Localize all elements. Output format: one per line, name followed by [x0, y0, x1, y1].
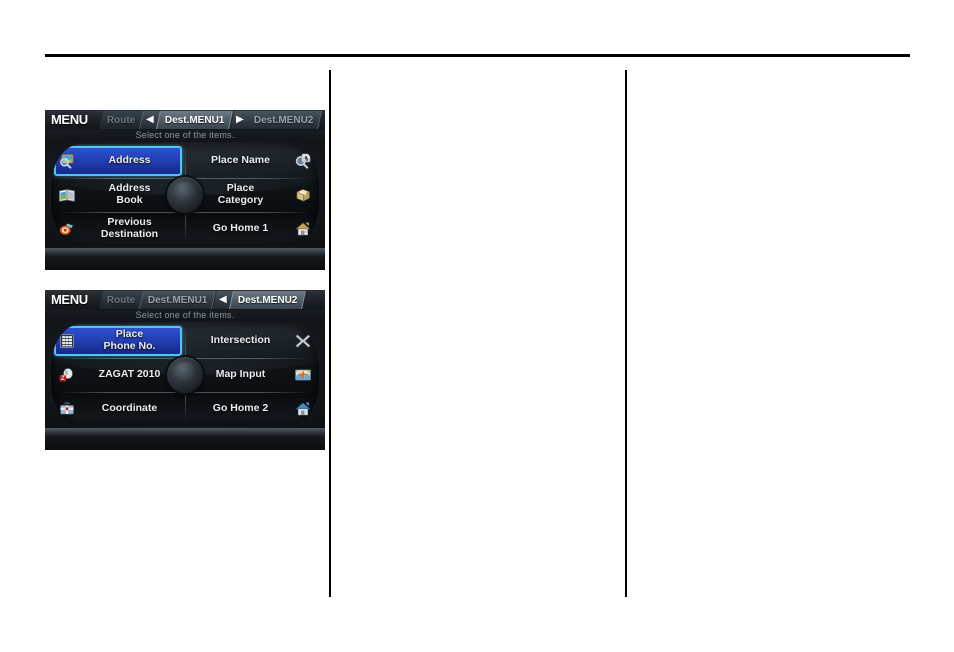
tab-bar-2: Route Dest.MENU1 ◀ Dest.MENU2: [99, 291, 307, 309]
crossroads-icon: [294, 333, 312, 349]
magnifier-photo-icon: [58, 153, 76, 169]
tab-route-2[interactable]: Route: [99, 291, 145, 309]
nav-plate-1: Address Place Name A Address Book Place …: [51, 144, 319, 246]
open-book-icon: [58, 187, 76, 203]
magnifier-letter-icon: A: [294, 153, 312, 169]
nav-footer-bezel-1: [45, 248, 325, 270]
menu-item-intersection[interactable]: Intersection: [185, 324, 319, 358]
subtitle-2: Select one of the items.: [45, 310, 325, 322]
tab-route-label-1: Route: [107, 114, 136, 126]
zagat-logo-icon: Z: [58, 367, 76, 383]
joystick-knob-2[interactable]: [167, 357, 203, 393]
joystick-knob-1[interactable]: [167, 177, 203, 213]
nav-body-1: Address Place Name A Address Book Place …: [45, 142, 325, 248]
menu-item-go-home-2[interactable]: Go Home 2: [185, 392, 319, 426]
map-thumb-icon: [294, 367, 312, 383]
arrow-right-icon-1: ▶: [235, 114, 244, 125]
menu-item-coordinate[interactable]: Coordinate: [51, 392, 185, 426]
arrow-left-icon-1: ◀: [146, 114, 155, 125]
menu-item-coordinate-label: Coordinate: [101, 402, 158, 415]
tab-dest-menu1-2[interactable]: Dest.MENU1: [140, 291, 217, 309]
tab-dest-menu1-1[interactable]: Dest.MENU1: [156, 111, 234, 129]
nav-footer-bezel-2: [45, 428, 325, 450]
tab-route-label-2: Route: [107, 294, 136, 306]
menu-item-place-phone-no-label: Place Phone No.: [103, 328, 156, 352]
svg-text:Z: Z: [61, 376, 65, 382]
menu-item-zagat-2010[interactable]: Z ZAGAT 2010: [51, 358, 185, 392]
menu-item-zagat-2010-label: ZAGAT 2010: [98, 368, 161, 381]
nav-screen-dest-menu-1: MENU Route ◀ Dest.MENU1 ▶ Dest.MENU2 Sel…: [45, 110, 325, 270]
nav-screen-dest-menu-2: MENU Route Dest.MENU1 ◀ Dest.MENU2 Selec…: [45, 290, 325, 450]
nav-body-2: Place Phone No. Intersection Z ZAGAT 201…: [45, 322, 325, 428]
menu-item-go-home-1[interactable]: Go Home 1: [185, 212, 319, 246]
menu-item-map-input[interactable]: Map Input: [185, 358, 319, 392]
menu-item-place-category-label: Place Category: [217, 182, 264, 206]
house-blue-icon: [294, 401, 312, 417]
menu-item-go-home-2-label: Go Home 2: [212, 402, 269, 415]
menu-title-2: MENU: [51, 292, 88, 307]
menu-item-go-home-1-label: Go Home 1: [212, 222, 269, 235]
nav-header-1: MENU Route ◀ Dest.MENU1 ▶ Dest.MENU2: [45, 110, 325, 130]
tab-dest-menu2-label-1: Dest.MENU2: [253, 114, 314, 126]
page-top-rule: [45, 54, 910, 57]
arrow-left-icon-2: ◀: [218, 294, 227, 305]
menu-item-previous-destination[interactable]: Previous Destination: [51, 212, 185, 246]
menu-item-address-book-label: Address Book: [108, 182, 151, 206]
house-tan-icon: [294, 221, 312, 237]
menu-item-address[interactable]: Address: [51, 144, 185, 178]
tab-dest-menu1-label-1: Dest.MENU1: [165, 114, 225, 126]
menu-item-place-name-label: Place Name: [211, 154, 270, 167]
tab-dest-menu2-label-2: Dest.MENU2: [237, 294, 298, 306]
nav-header-2: MENU Route Dest.MENU1 ◀ Dest.MENU2: [45, 290, 325, 310]
menu-item-map-input-label: Map Input: [215, 368, 266, 381]
menu-item-address-label: Address: [108, 154, 151, 167]
subtitle-1: Select one of the items.: [45, 130, 325, 142]
column-divider-left: [329, 70, 331, 597]
tab-route-1[interactable]: Route: [99, 111, 145, 129]
tab-dest-menu2-1[interactable]: Dest.MENU2: [245, 111, 323, 129]
tab-bar-1: Route ◀ Dest.MENU1 ▶ Dest.MENU2: [99, 111, 323, 129]
tab-dest-menu2-2[interactable]: Dest.MENU2: [228, 291, 307, 309]
menu-title-1: MENU: [51, 112, 88, 127]
keypad-icon: [58, 333, 76, 349]
menu-item-intersection-label: Intersection: [210, 334, 271, 347]
menu-item-previous-destination-label: Previous Destination: [100, 216, 159, 240]
package-box-icon: [294, 187, 312, 203]
crosshair-icon: [58, 401, 76, 417]
menu-item-address-book[interactable]: Address Book: [51, 178, 185, 212]
nav-plate-2: Place Phone No. Intersection Z ZAGAT 201…: [51, 324, 319, 426]
target-marker-icon: [58, 221, 76, 237]
menu-item-place-category[interactable]: Place Category: [185, 178, 319, 212]
menu-item-place-name[interactable]: Place Name A: [185, 144, 319, 178]
column-divider-right: [625, 70, 627, 597]
menu-item-place-phone-no[interactable]: Place Phone No.: [51, 324, 185, 358]
tab-dest-menu1-label-2: Dest.MENU1: [148, 294, 208, 306]
